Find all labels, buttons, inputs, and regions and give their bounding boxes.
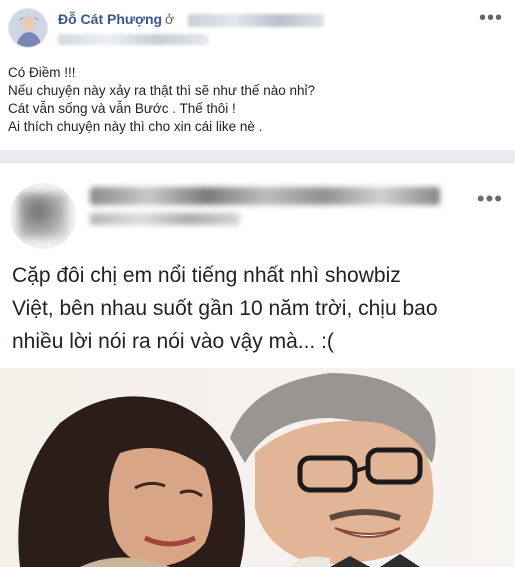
caption-line: Ai thích chuyện này thì cho xin cái like…	[8, 119, 263, 134]
shared-post-text: Cặp đôi chị em nổi tiếng nhất nhì showbi…	[12, 259, 507, 358]
shared-post: ••• Cặp đôi chị em nổi tiếng nhất nhì sh…	[0, 163, 515, 567]
separator	[0, 150, 515, 163]
shared-text-line: Việt, bên nhau suốt gần 10 năm trời, chị…	[12, 297, 438, 320]
author-avatar[interactable]	[8, 8, 48, 48]
caption-line: Nếu chuyện này xảy ra thật thì sẽ như th…	[8, 83, 315, 98]
shared-text-line: Cặp đôi chị em nổi tiếng nhất nhì showbi…	[12, 264, 401, 287]
shared-author-name-blurred	[90, 187, 440, 205]
shared-text-line: nhiều lời nói ra nói vào vậy mà... :(	[12, 330, 334, 353]
caption-line: Có Điềm !!!	[8, 65, 76, 80]
facebook-post: Đỗ Cát Phượng ở ••• Có Điềm !!! Nếu chuy…	[0, 0, 515, 567]
avatar-image	[9, 9, 47, 47]
more-dots-icon[interactable]: •••	[477, 188, 503, 210]
shared-author-avatar[interactable]	[10, 183, 76, 249]
post-header: Đỗ Cát Phượng ở •••	[0, 0, 515, 58]
location-prefix: ở	[165, 11, 175, 27]
shared-timestamp-blurred	[90, 213, 240, 225]
couple-photo	[0, 368, 515, 567]
timestamp-blurred	[58, 34, 208, 45]
more-dots-icon[interactable]: •••	[479, 8, 503, 28]
caption-line: Cát vẫn sống và vẫn Bước . Thế thôi !	[8, 101, 236, 116]
shared-photo[interactable]	[0, 368, 515, 567]
post-caption: Có Điềm !!! Nếu chuyện này xảy ra thật t…	[8, 64, 508, 136]
location-blurred	[188, 14, 324, 27]
author-name[interactable]: Đỗ Cát Phượng	[58, 11, 162, 27]
